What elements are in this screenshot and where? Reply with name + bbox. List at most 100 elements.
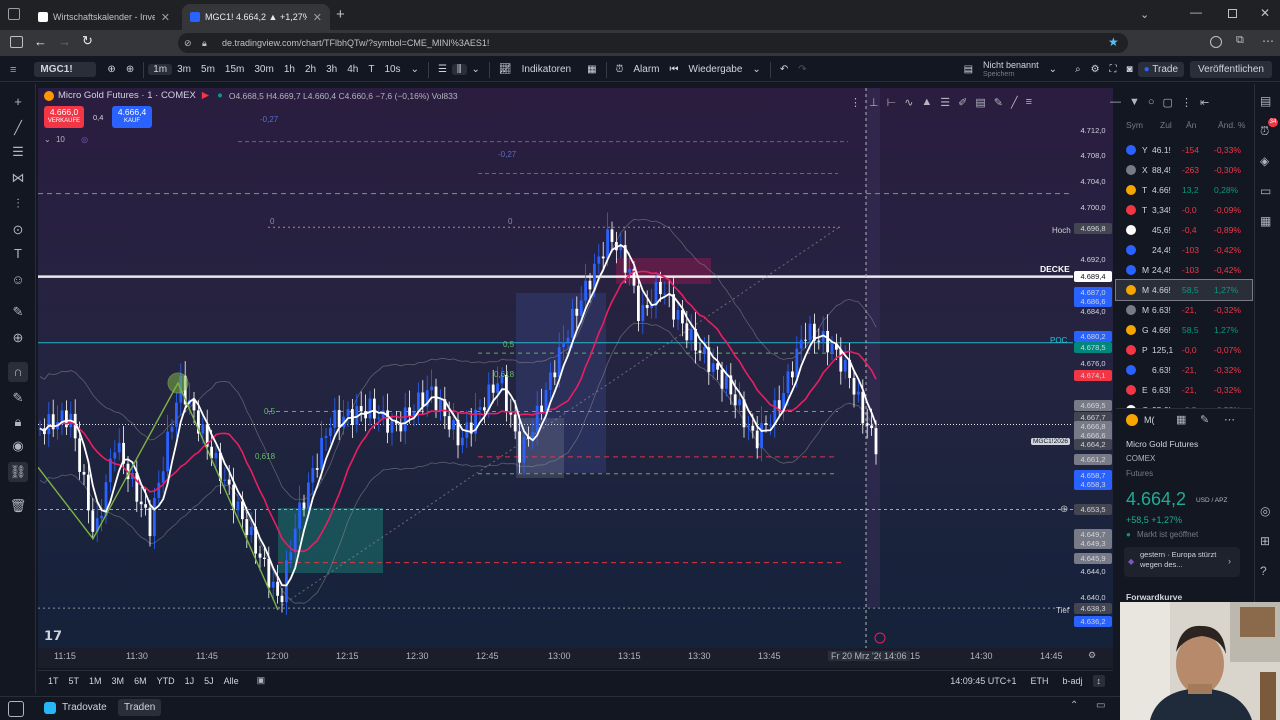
tab-list-icon[interactable] <box>8 8 20 20</box>
site-info-icon[interactable]: ⊘ <box>184 33 192 53</box>
layout-name[interactable]: Nicht benannt Speichern <box>978 60 1044 79</box>
col-sym[interactable]: Sym <box>1126 120 1143 130</box>
interval-10s[interactable]: 10s <box>379 64 405 75</box>
time-axis[interactable]: 11:15 11:30 11:45 12:00 12:15 12:30 12:45 13:00… <box>38 648 1096 668</box>
undo-icon[interactable]: ↶ <box>775 64 793 75</box>
new-tab-icon[interactable]: + <box>336 6 345 23</box>
watchlist-row[interactable]: E 6.63! -21, -0,32% <box>1116 380 1252 400</box>
close-tab-icon[interactable]: ✕ <box>307 11 322 24</box>
forward-curve-label[interactable]: Forwardkurve <box>1126 592 1182 602</box>
bar-style-icon[interactable]: ☰ <box>433 64 452 75</box>
range-1j[interactable]: 1J <box>185 676 195 686</box>
horizontal-line-icon[interactable]: ⊢ <box>887 96 897 109</box>
collapse-icon[interactable]: ⌄ <box>44 135 51 144</box>
alarm-icon[interactable]: ⏰︎ <box>611 64 629 75</box>
axis-settings-icon[interactable]: ⚙︎ <box>1088 650 1096 661</box>
add-symbol-icon[interactable]: ⊕ <box>121 64 139 75</box>
ruler-icon[interactable]: ✎ <box>8 302 28 322</box>
trend-line-icon[interactable]: ╱ <box>8 118 28 138</box>
watchlist-row[interactable]: G 4.66! 58,5 1,27% <box>1116 320 1252 340</box>
goto-date-icon[interactable]: ▣ <box>257 675 266 686</box>
lock-drawings-icon[interactable]: ✎ <box>8 388 28 408</box>
compare-icon[interactable]: ⊕ <box>102 64 120 75</box>
vertical-line-icon[interactable]: ⊥ <box>869 96 879 109</box>
trade-tab[interactable]: Traden <box>118 699 162 716</box>
watchlist-row[interactable]: M 24,4! -103 -0,42% <box>1116 260 1252 280</box>
brush-tool-icon[interactable]: ✐ <box>958 96 967 109</box>
minimize-icon[interactable]: ⌄ <box>1140 8 1149 21</box>
zoom-icon[interactable]: ⊕ <box>8 328 28 348</box>
horizontal-ray-icon[interactable]: ⇤ <box>1200 96 1209 109</box>
layout-dropdown-icon[interactable]: ⌄ <box>1044 64 1062 75</box>
link-icon[interactable]: ⛓ <box>8 462 28 482</box>
publish-button[interactable]: Veröffentlichen <box>1190 61 1272 78</box>
maximize-panel-icon[interactable]: ▭ <box>1096 700 1105 711</box>
watchlist-row[interactable]: X 88,4! -263 -0,30% <box>1116 160 1252 180</box>
watchlist-row[interactable]: Y 46.1! -154 -0,33% <box>1116 140 1252 160</box>
collapse-panel-icon[interactable]: ⌃ <box>1070 700 1078 711</box>
price-axis[interactable]: 4.712,0 4.708,0 4.704,0 4.700,0 4.696,8 4.692… <box>1074 88 1114 648</box>
search-icon[interactable]: ⌕ <box>1070 64 1086 75</box>
indicators-icon[interactable]: 📈︎ <box>494 64 517 75</box>
menu-icon[interactable]: ≡ <box>10 64 16 76</box>
projection-icon[interactable]: ⫶ <box>8 194 28 214</box>
crosshair-plus-icon[interactable]: ⊕ <box>1060 504 1068 515</box>
pencil-icon[interactable]: ✎ <box>994 96 1003 109</box>
magnet-icon[interactable]: ∩ <box>8 362 28 382</box>
bar-toggle-icon[interactable] <box>8 701 24 717</box>
layout-icon[interactable]: ▤ <box>959 64 978 75</box>
watchlist-row[interactable]: T 3,34! -0,0 -0,09% <box>1116 200 1252 220</box>
replay-dropdown-icon[interactable]: ⌄ <box>747 64 765 75</box>
candles-icon[interactable]: ⫼ <box>451 64 467 75</box>
replay-icon[interactable]: ⏮︎ <box>665 64 684 75</box>
tradingview-logo-icon[interactable]: 𝟭𝟳 <box>44 628 62 644</box>
range-1t[interactable]: 1T <box>48 676 59 686</box>
range-3m[interactable]: 3M <box>112 676 125 686</box>
eye-icon[interactable]: ◉ <box>8 436 28 456</box>
forward-icon[interactable]: → <box>58 34 71 49</box>
adjust-toggle[interactable]: b-adj <box>1062 676 1082 686</box>
symbol-search[interactable]: MGC1! <box>34 62 97 77</box>
window-close-icon[interactable]: ✕ <box>1260 6 1270 20</box>
watchlist-row[interactable]: 45,6! -0,4 -0,89% <box>1116 220 1252 240</box>
window-restore-icon[interactable] <box>1228 9 1237 18</box>
col-pct[interactable]: Änd. % <box>1218 120 1245 130</box>
col-chg[interactable]: Än <box>1186 120 1196 130</box>
chart-type-dropdown-icon[interactable]: ⌄ <box>467 64 485 75</box>
range-6m[interactable]: 6M <box>134 676 147 686</box>
chat-icon[interactable]: ▭ <box>1260 184 1271 198</box>
text-icon[interactable]: T <box>8 244 28 264</box>
redo-icon[interactable]: ↷ <box>793 64 811 75</box>
replay-button[interactable]: Wiedergabe <box>684 64 748 75</box>
broker-name[interactable]: Tradovate <box>62 702 107 713</box>
range-alle[interactable]: Alle <box>224 676 239 686</box>
drag-handle-icon[interactable]: ⋮ <box>850 96 861 109</box>
reload-icon[interactable]: ↻ <box>82 33 93 49</box>
arrow-down-icon[interactable]: ▼ <box>1129 96 1140 108</box>
interval-dropdown-icon[interactable]: ⌄ <box>406 64 424 75</box>
bookmark-star-icon[interactable]: ★ <box>1108 35 1119 49</box>
interval-2h[interactable]: 2h <box>300 64 321 75</box>
interval-30m[interactable]: 30m <box>249 64 278 75</box>
interval-t[interactable]: T <box>363 64 379 75</box>
range-5t[interactable]: 5T <box>69 676 80 686</box>
rectangle-icon[interactable]: ▢ <box>1163 96 1173 109</box>
settings-icon[interactable]: ⚙︎ <box>1086 64 1105 75</box>
sell-button[interactable]: 4.666,0 VERKAUFE <box>44 106 84 128</box>
help-icon[interactable]: ? <box>1260 564 1267 578</box>
fib-tool-icon[interactable]: ☰ <box>940 96 950 109</box>
url-input[interactable]: ⊘ 🔒︎ de.tradingview.com/chart/TFlbhQTw/?… <box>178 33 1128 53</box>
more-options-icon[interactable]: ⋯ <box>1224 413 1235 426</box>
clock[interactable]: 14:09:45 UTC+1 <box>950 676 1016 686</box>
grid-view-icon[interactable]: ▦ <box>1176 413 1186 426</box>
circle-icon[interactable]: ○ <box>1148 96 1155 108</box>
list-icon[interactable]: ▤ <box>975 96 985 109</box>
path-icon[interactable]: ∿ <box>904 96 913 109</box>
interval-3m[interactable]: 3m <box>172 64 196 75</box>
edit-icon[interactable]: ✎ <box>1200 413 1209 426</box>
watchlist-row[interactable]: P 125,1 -0,0 -0,07% <box>1116 340 1252 360</box>
hotlist-icon[interactable]: ◎ <box>1260 504 1270 518</box>
fullscreen-icon[interactable]: ⛶ <box>1105 64 1122 75</box>
back-icon[interactable]: ← <box>34 34 47 49</box>
ray-icon[interactable]: ╱ <box>1011 96 1018 109</box>
